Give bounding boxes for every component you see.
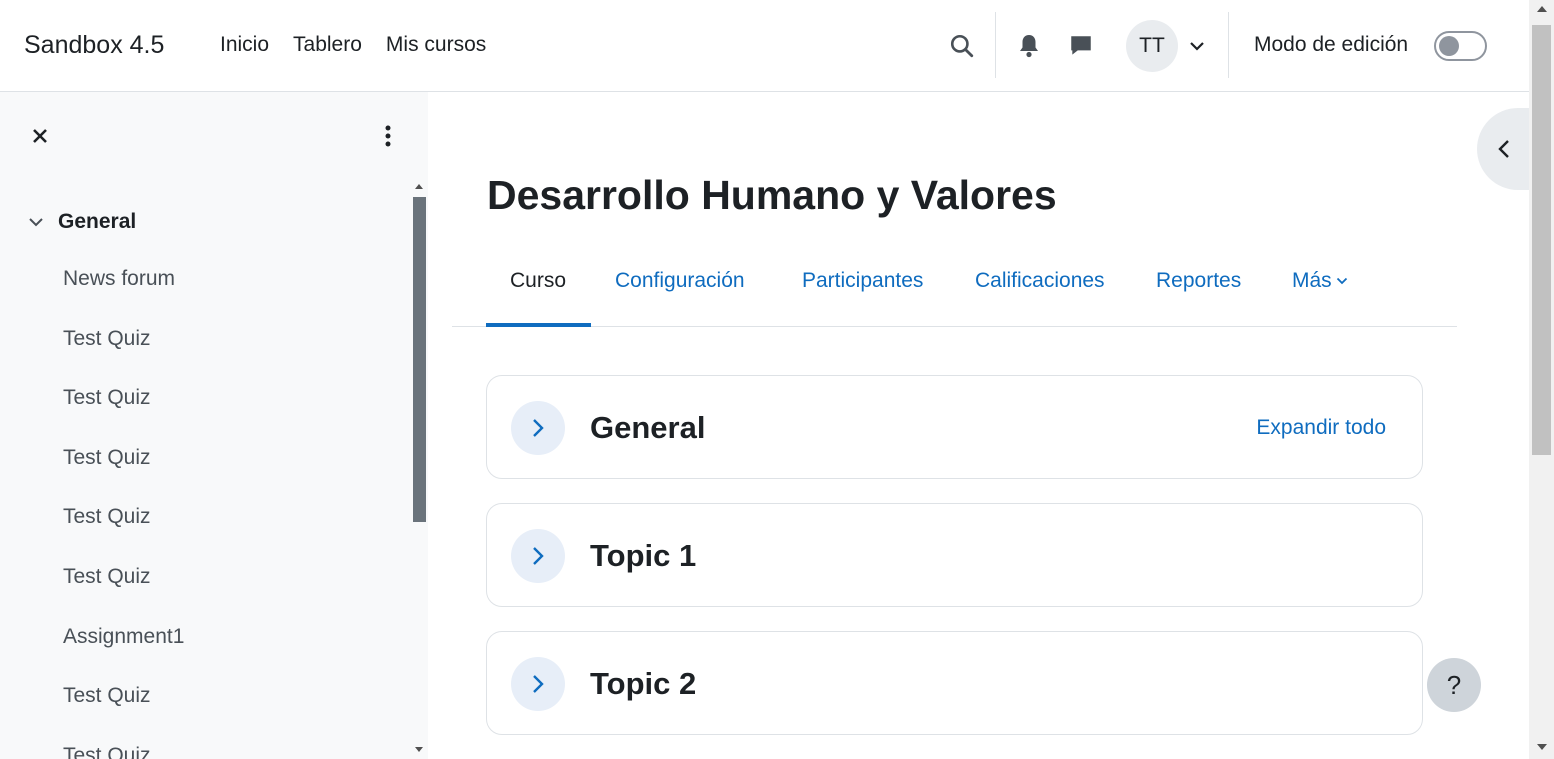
nav-link-inicio[interactable]: Inicio	[220, 33, 269, 57]
drawer-item[interactable]: Test Quiz	[63, 327, 151, 351]
drawer-item[interactable]: Test Quiz	[63, 386, 151, 410]
tab-configuracion[interactable]: Configuración	[615, 269, 745, 293]
page-title: Desarrollo Humano y Valores	[487, 172, 1057, 218]
scroll-up-arrow-icon[interactable]	[415, 184, 423, 189]
edit-mode-toggle[interactable]	[1434, 31, 1487, 61]
search-icon[interactable]	[946, 30, 978, 62]
scroll-down-arrow-icon[interactable]	[1537, 744, 1547, 750]
messages-icon[interactable]	[1065, 30, 1097, 62]
tab-mas-label: Más	[1292, 269, 1332, 292]
expand-section-chevron-right-icon[interactable]	[511, 529, 565, 583]
tab-reportes[interactable]: Reportes	[1156, 269, 1241, 293]
section-title[interactable]: Topic 1	[590, 538, 696, 574]
avatar-initials: TT	[1139, 34, 1165, 57]
drawer-item[interactable]: Test Quiz	[63, 684, 151, 708]
user-menu-chevron-down-icon[interactable]	[1186, 36, 1208, 56]
chevron-left-icon	[1498, 140, 1509, 158]
course-index-drawer: General News forum Test Quiz Test Quiz T…	[0, 92, 428, 759]
drawer-item-news-forum[interactable]: News forum	[63, 267, 175, 291]
drawer-item[interactable]: Test Quiz	[63, 744, 151, 759]
scroll-up-arrow-icon[interactable]	[1537, 6, 1547, 12]
tab-calificaciones[interactable]: Calificaciones	[975, 269, 1105, 293]
navbar-divider	[1228, 12, 1229, 78]
chevron-down-icon	[1336, 277, 1347, 285]
navbar-divider	[995, 12, 996, 78]
drawer-clip: Test Quiz	[0, 732, 410, 759]
drawer-item[interactable]: Test Quiz	[63, 505, 151, 529]
user-avatar[interactable]: TT	[1126, 20, 1178, 72]
help-icon: ?	[1446, 669, 1462, 700]
nav-link-mis-cursos[interactable]: Mis cursos	[386, 33, 486, 57]
expand-section-chevron-right-icon[interactable]	[511, 401, 565, 455]
primary-navigation: Inicio Tablero Mis cursos	[220, 33, 486, 57]
close-icon[interactable]	[28, 124, 52, 148]
tab-participantes[interactable]: Participantes	[802, 269, 923, 293]
drawer-item[interactable]: Test Quiz	[63, 446, 151, 470]
active-tab-indicator	[486, 323, 591, 327]
chevron-down-icon	[29, 218, 43, 227]
section-topic-2: Topic 2	[486, 631, 1423, 735]
tab-curso[interactable]: Curso	[510, 269, 566, 293]
section-title[interactable]: Topic 2	[590, 666, 696, 702]
expand-all-link[interactable]: Expandir todo	[1256, 416, 1386, 440]
section-topic-1: Topic 1	[486, 503, 1423, 607]
top-navbar: Sandbox 4.5 Inicio Tablero Mis cursos TT…	[0, 0, 1529, 92]
section-general: General Expandir todo	[486, 375, 1423, 479]
toggle-knob	[1439, 36, 1459, 56]
drawer-section-title: General	[58, 210, 137, 233]
drawer-section-general[interactable]: General	[28, 210, 136, 234]
main-content: Desarrollo Humano y Valores Curso Config…	[428, 92, 1529, 759]
expand-section-chevron-right-icon[interactable]	[511, 657, 565, 711]
page-scrollbar[interactable]	[1529, 0, 1554, 759]
edit-mode-label: Modo de edición	[1254, 33, 1409, 56]
scrollbar-thumb[interactable]	[1532, 25, 1551, 455]
help-button[interactable]: ?	[1427, 658, 1481, 712]
site-brand[interactable]: Sandbox 4.5	[24, 31, 164, 60]
scroll-down-arrow-icon[interactable]	[415, 747, 423, 752]
drawer-item-assignment[interactable]: Assignment1	[63, 625, 184, 649]
bell-icon[interactable]	[1014, 30, 1044, 62]
course-tabs: Curso Configuración Participantes Califi…	[452, 242, 1457, 327]
tab-mas[interactable]: Más	[1292, 269, 1348, 293]
section-title[interactable]: General	[590, 410, 705, 446]
drawer-item[interactable]: Test Quiz	[63, 565, 151, 589]
nav-link-tablero[interactable]: Tablero	[293, 33, 362, 57]
drawer-scrollbar[interactable]	[413, 197, 426, 522]
more-options-icon[interactable]	[378, 122, 398, 150]
